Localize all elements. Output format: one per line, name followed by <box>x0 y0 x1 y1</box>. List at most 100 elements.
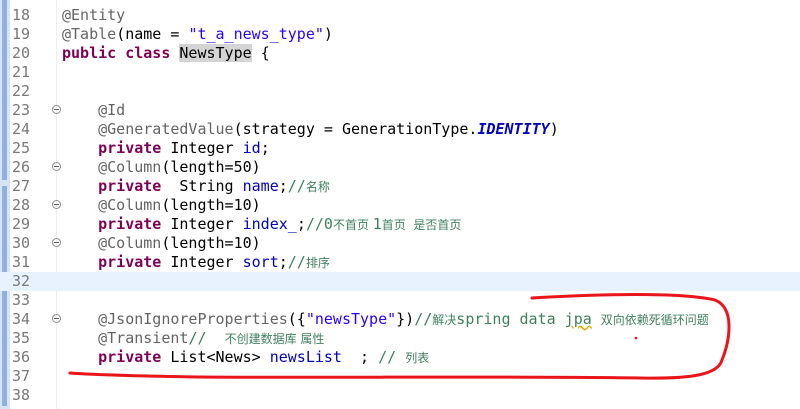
code-token: (name = <box>116 25 189 43</box>
code-line[interactable]: 27 private String name;//名称 <box>0 177 800 196</box>
code-token: jpa <box>564 310 592 328</box>
code-token: // <box>414 310 433 328</box>
code-text: public class NewsType { <box>62 44 270 63</box>
line-number: 26 <box>12 158 31 176</box>
line-number: 23 <box>12 101 31 119</box>
code-text: private String name;//名称 <box>62 177 330 197</box>
code-token: ) <box>549 120 559 138</box>
code-token: (length=50) <box>161 158 261 176</box>
code-line[interactable]: 34 @JsonIgnoreProperties({"newsType"})//… <box>0 310 800 329</box>
code-line[interactable]: 22 <box>0 82 800 101</box>
fold-toggle-icon[interactable] <box>52 162 61 171</box>
code-token: private <box>98 139 162 157</box>
code-line[interactable]: 26 @Column(length=50) <box>0 158 800 177</box>
code-text: private Integer sort;//排序 <box>62 253 330 273</box>
code-token: sort <box>242 253 279 271</box>
code-token: "newsType" <box>305 310 397 328</box>
code-line[interactable]: 37 <box>0 367 800 386</box>
code-token: // <box>287 253 306 271</box>
line-number: 32 <box>12 272 31 290</box>
code-line[interactable]: 19 @Table(name = "t_a_news_type") <box>0 25 800 44</box>
line-number: 37 <box>12 367 31 385</box>
code-line[interactable]: 38 <box>0 386 800 405</box>
code-token: 名称 <box>305 180 330 194</box>
code-token: (length=10) <box>161 196 261 214</box>
code-text: private Integer id; <box>62 139 270 158</box>
code-token: String <box>161 177 243 195</box>
code-line[interactable]: 30 @Column(length=10) <box>0 234 800 253</box>
code-token: 双向依赖死循环问题 <box>600 313 709 327</box>
code-token: @JsonIgnoreProperties <box>98 310 288 328</box>
code-token: }) <box>396 310 415 328</box>
line-number: 35 <box>12 329 31 347</box>
code-token: @Column <box>98 234 162 252</box>
code-token: @Column <box>98 158 162 176</box>
code-text: @Entity <box>62 6 125 25</box>
line-number: 19 <box>12 25 31 43</box>
code-text: @Column(length=10) <box>62 196 261 215</box>
code-token: @Table <box>62 25 117 43</box>
line-number: 36 <box>12 348 31 366</box>
code-line[interactable]: 33 <box>0 291 800 310</box>
code-token: id <box>242 139 261 157</box>
code-text: private Integer index_;//0不首页 1首页 是否首页 <box>62 215 461 235</box>
code-line[interactable]: 21 <box>0 63 800 82</box>
code-token: IDENTITY <box>477 120 550 138</box>
line-number: 25 <box>12 139 31 157</box>
code-text: @Id <box>62 101 125 120</box>
code-line[interactable]: 25 private Integer id; <box>0 139 800 158</box>
code-line[interactable]: 28 @Column(length=10) <box>0 196 800 215</box>
code-token: 解决 <box>432 313 457 327</box>
line-number: 38 <box>12 386 31 404</box>
code-text: @Column(length=50) <box>62 158 261 177</box>
code-line[interactable]: 18 @Entity <box>0 6 800 25</box>
code-token: newsList <box>269 348 342 366</box>
code-line[interactable]: 36 private List<News> newsList ; // 列表 <box>0 348 800 367</box>
code-text: private List<News> newsList ; // 列表 <box>62 348 429 368</box>
line-number: 22 <box>12 82 31 100</box>
code-token: @GeneratedValue <box>98 120 234 138</box>
code-line[interactable]: 23 @Id <box>0 101 800 120</box>
line-number: 21 <box>12 63 31 81</box>
code-token: ) <box>323 25 333 43</box>
code-line[interactable]: 20 public class NewsType { <box>0 44 800 63</box>
code-token: Integer <box>161 215 243 233</box>
code-line[interactable]: 35 @Transient// 不创建数据库 属性 <box>0 329 800 348</box>
line-number: 28 <box>12 196 31 214</box>
fold-toggle-icon[interactable] <box>52 314 61 323</box>
fold-toggle-icon[interactable] <box>52 238 61 247</box>
code-text: @Table(name = "t_a_news_type") <box>62 25 333 44</box>
code-token: 首页 是否首页 <box>381 218 462 232</box>
code-token: NewsType <box>179 44 252 62</box>
code-text: @JsonIgnoreProperties({"newsType"})//解决s… <box>62 310 709 330</box>
code-token: //0 <box>305 215 333 233</box>
line-number: 31 <box>12 253 31 271</box>
code-token: 不首页 <box>332 218 373 232</box>
code-token: @Column <box>98 196 162 214</box>
fold-toggle-icon[interactable] <box>52 105 61 114</box>
code-editor[interactable]: 18 @Entity 19 @Table(name = "t_a_news_type"… <box>0 0 800 409</box>
line-number: 24 <box>12 120 31 138</box>
code-line[interactable]: 24 @GeneratedValue(strategy = Generation… <box>0 120 800 139</box>
code-token: @Transient <box>98 329 189 347</box>
code-line[interactable]: 29 private Integer index_;//0不首页 1首页 是否首… <box>0 215 800 234</box>
code-token: ; <box>260 139 270 157</box>
code-text: @Column(length=10) <box>62 234 261 253</box>
code-token: ({ <box>287 310 306 328</box>
fold-toggle-icon[interactable] <box>52 200 61 209</box>
code-line[interactable]: 31 private Integer sort;//排序 <box>0 253 800 272</box>
code-line[interactable]: 32 <box>0 272 800 291</box>
code-text: @GeneratedValue(strategy = GenerationTyp… <box>62 120 559 139</box>
code-token: ; <box>341 348 379 366</box>
code-token: (length=10) <box>161 234 261 252</box>
